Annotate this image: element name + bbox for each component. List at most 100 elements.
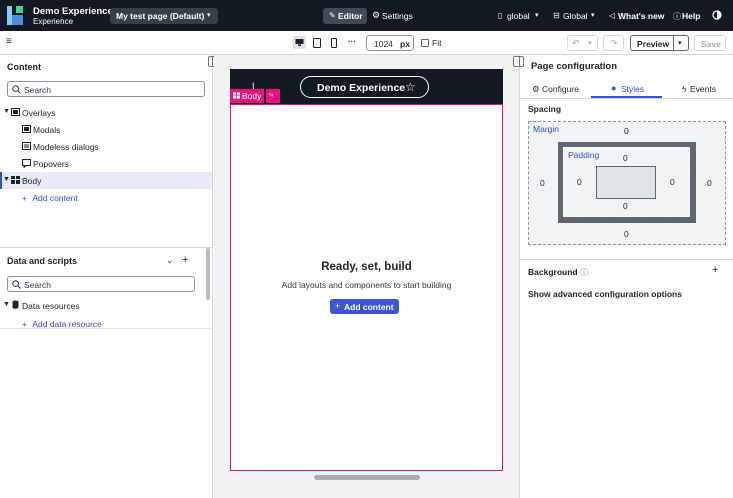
margin-left-value[interactable]: 0: [540, 178, 545, 188]
tree-label: Popovers: [33, 159, 69, 169]
tab-configure-label: Configure: [542, 84, 579, 94]
palette-icon: ●: [611, 83, 617, 93]
settings-label: Settings: [382, 11, 413, 21]
experience-title-pill[interactable]: Demo Experience ☆: [300, 76, 429, 98]
padding-top-value[interactable]: 0: [623, 153, 628, 163]
dialog-icon: [22, 142, 31, 150]
right-panel: Page configuration ⚙ Configure ● Styles …: [513, 55, 733, 498]
margin-right-value[interactable]: 0: [707, 178, 712, 188]
empty-state-title: Ready, set, build: [321, 261, 412, 273]
collapse-config-icon[interactable]: [513, 56, 524, 67]
redo-icon: ↷: [610, 38, 618, 48]
page-selector-dropdown[interactable]: My test page (Default) ▾: [110, 8, 218, 24]
left-panel: Content Search ▼ Overlays Modals Modeles…: [0, 55, 219, 498]
add-content-button-label: Add content: [344, 302, 394, 312]
add-background-icon[interactable]: +: [712, 264, 718, 276]
settings-tab[interactable]: ⚙ Settings: [371, 8, 415, 24]
gear-icon: ⚙: [532, 84, 540, 94]
preview-options-button[interactable]: ▾: [673, 35, 689, 51]
margin-bottom-value[interactable]: 0: [624, 229, 629, 239]
info-icon[interactable]: ⓘ: [580, 267, 588, 278]
help-label: Help: [682, 11, 701, 21]
tree-item-data-resources[interactable]: ▼ Data resources: [0, 297, 212, 314]
theme-contrast-icon[interactable]: [712, 10, 722, 20]
margin-top-value[interactable]: 0: [624, 126, 629, 136]
fit-label: Fit: [432, 38, 442, 48]
tree-item-modals[interactable]: Modals: [0, 121, 212, 138]
section-divider: [0, 328, 212, 329]
gear-icon: ⚙: [372, 10, 381, 20]
tree-label: Data resources: [22, 301, 80, 311]
tablet-icon[interactable]: [313, 38, 321, 48]
content-search-input[interactable]: Search: [7, 81, 205, 97]
add-icon[interactable]: +: [182, 254, 188, 266]
mobile-icon[interactable]: [331, 38, 337, 48]
tree-item-body[interactable]: ▼ Body: [0, 172, 212, 189]
chevron-down-icon[interactable]: ⌄: [166, 255, 174, 266]
editor-tab[interactable]: ✎ Editor: [323, 8, 367, 24]
width-unit: px: [400, 39, 410, 49]
grid-layout-icon: [11, 176, 20, 184]
content-box: [596, 166, 656, 199]
undo-button[interactable]: ↶ ▾: [567, 35, 598, 51]
horizontal-scrollbar-thumb[interactable]: [314, 475, 420, 480]
desktop-icon: [295, 39, 304, 46]
data-search-input[interactable]: Search: [7, 276, 195, 292]
desktop-view-button[interactable]: [293, 36, 306, 49]
scope-selector-lower[interactable]: ▯ global ▾: [498, 8, 544, 24]
search-icon: [12, 85, 21, 94]
add-content-button[interactable]: + Add content: [330, 299, 399, 314]
tree-label: Body: [22, 176, 42, 186]
tab-events[interactable]: ϟ Events: [662, 81, 733, 98]
hierarchy-icon: ⤷: [269, 90, 274, 99]
section-divider: [0, 247, 212, 248]
section-divider: [520, 259, 733, 260]
spacing-title: Spacing: [528, 104, 562, 114]
tree-item-popovers[interactable]: Popovers: [0, 155, 212, 172]
more-options-icon[interactable]: ···: [348, 37, 356, 46]
whats-new-button[interactable]: ◁ What's new: [609, 8, 665, 24]
pencil-icon: ✎: [329, 11, 336, 20]
star-icon[interactable]: ☆: [405, 80, 416, 94]
popover-icon: [22, 159, 31, 168]
redo-button[interactable]: ↷: [603, 35, 624, 51]
tree-item-overlays[interactable]: ▼ Overlays: [0, 104, 212, 121]
padding-label: Padding: [568, 150, 600, 160]
lightning-icon: ϟ: [682, 84, 687, 94]
save-label: Save: [701, 39, 721, 49]
scope-selector-upper[interactable]: ⊟ Global ▾: [553, 8, 599, 24]
body-selection-tag[interactable]: Body: [230, 89, 264, 103]
caret-down-icon: ▼: [3, 301, 10, 308]
save-button[interactable]: Save: [694, 35, 726, 51]
preview-button[interactable]: Preview: [630, 35, 674, 51]
tab-divider: [520, 98, 733, 99]
app-logo-icon: [7, 6, 23, 25]
background-title: Background: [528, 267, 578, 277]
padding-bottom-value[interactable]: 0: [623, 201, 628, 211]
width-value: 1024: [374, 39, 393, 49]
padding-box[interactable]: Padding 0 0 0 0: [563, 147, 690, 217]
border-box: Padding 0 0 0 0: [558, 142, 696, 223]
body-tag-label: Body: [242, 91, 262, 101]
application-scope-icon: ⊟: [553, 11, 560, 20]
page-scope-icon: ▯: [498, 11, 503, 20]
page-canvas: Demo Experience ☆ I Body ⤷ Ready, set, b…: [214, 55, 519, 498]
advanced-config-link[interactable]: Show advanced configuration options: [528, 289, 682, 299]
canvas-width-input[interactable]: 1024 px: [366, 35, 414, 51]
help-button[interactable]: ⓘ Help: [673, 8, 705, 24]
scrollbar-thumb[interactable]: [206, 248, 210, 300]
add-content-label: Add content: [32, 193, 78, 203]
tab-styles[interactable]: ● Styles: [591, 81, 662, 98]
add-content-link[interactable]: + Add content: [22, 193, 78, 203]
padding-right-value[interactable]: 0: [670, 177, 675, 187]
margin-box[interactable]: Margin 0 0 0 0 Padding 0 0 0 0: [528, 121, 726, 245]
select-parent-button[interactable]: ⤷: [266, 89, 280, 103]
fit-checkbox[interactable]: [421, 39, 429, 47]
margin-label: Margin: [533, 124, 559, 134]
tree-item-modeless-dialogs[interactable]: Modeless dialogs: [0, 138, 212, 155]
padding-left-value[interactable]: 0: [577, 177, 582, 187]
menu-icon[interactable]: ≡: [6, 36, 12, 47]
editor-toolbar: ≡ ··· 1024 px Fit ↶ ▾ ↷ Preview ▾ Save: [0, 31, 733, 55]
tab-configure[interactable]: ⚙ Configure: [520, 81, 591, 98]
undo-icon: ↶: [572, 38, 580, 48]
